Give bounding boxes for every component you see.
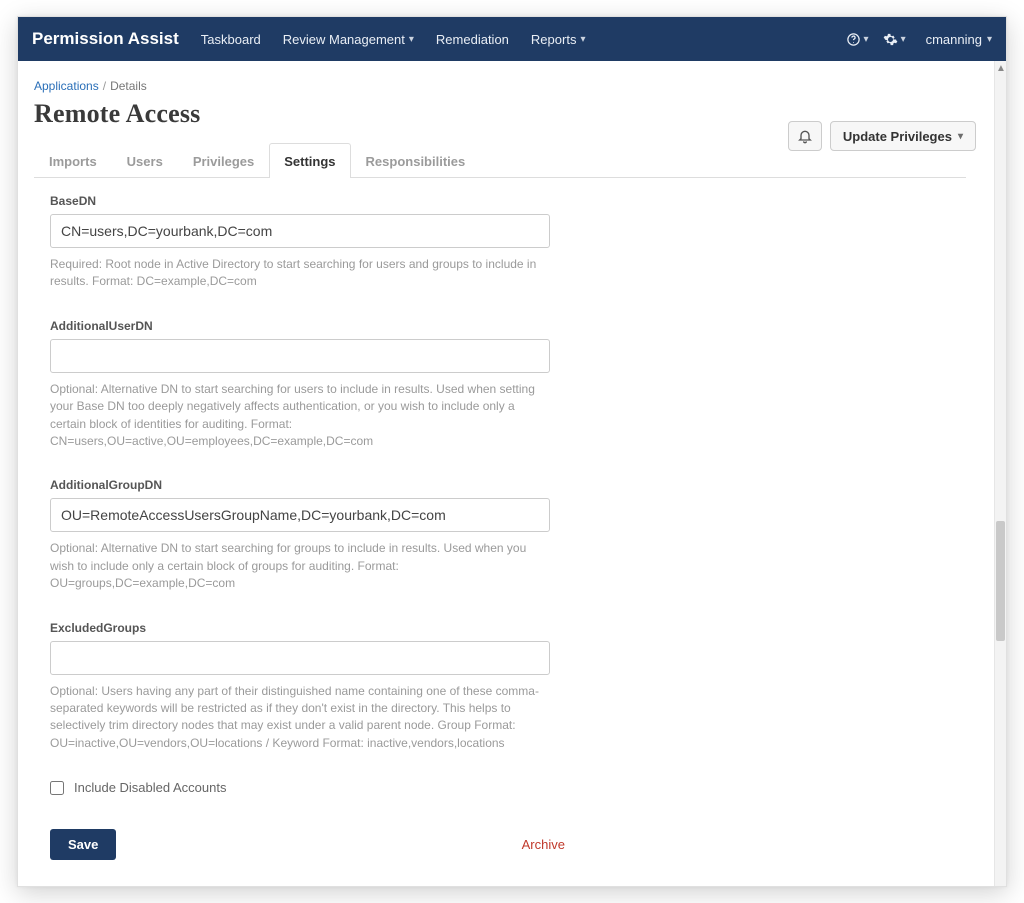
caret-down-icon: ▾ bbox=[958, 131, 963, 142]
update-privileges-button[interactable]: Update Privileges ▾ bbox=[830, 121, 976, 151]
additionaluserdn-label: AdditionalUserDN bbox=[50, 319, 609, 333]
nav-taskboard[interactable]: Taskboard bbox=[201, 32, 261, 47]
tab-responsibilities[interactable]: Responsibilities bbox=[351, 143, 481, 178]
excludedgroups-help: Optional: Users having any part of their… bbox=[50, 683, 540, 753]
scroll-up-icon: ▲ bbox=[995, 61, 1007, 75]
nav-links: Taskboard Review Management ▾ Remediation… bbox=[201, 32, 586, 47]
include-disabled-checkbox[interactable] bbox=[50, 781, 64, 795]
breadcrumb-applications[interactable]: Applications bbox=[34, 79, 99, 93]
additionaluserdn-input[interactable] bbox=[50, 339, 550, 373]
nav-remediation[interactable]: Remediation bbox=[436, 32, 509, 47]
nav-item-label: Reports bbox=[531, 32, 577, 47]
save-button[interactable]: Save bbox=[50, 829, 116, 860]
tab-privileges[interactable]: Privileges bbox=[178, 143, 269, 178]
breadcrumb-details: Details bbox=[110, 79, 147, 93]
excludedgroups-group: ExcludedGroups Optional: Users having an… bbox=[50, 621, 609, 753]
additionalgroupdn-input[interactable] bbox=[50, 498, 550, 532]
caret-down-icon: ▾ bbox=[864, 34, 869, 45]
brand-title: Permission Assist bbox=[32, 29, 179, 49]
nav-right: ▾ ▾ cmanning ▾ bbox=[846, 32, 992, 47]
additionalgroupdn-help: Optional: Alternative DN to start search… bbox=[50, 540, 540, 592]
caret-down-icon: ▾ bbox=[580, 34, 585, 45]
archive-link[interactable]: Archive bbox=[522, 837, 565, 852]
update-privileges-label: Update Privileges bbox=[843, 129, 952, 144]
nav-item-label: Review Management bbox=[283, 32, 405, 47]
tab-users[interactable]: Users bbox=[112, 143, 178, 178]
nav-reports[interactable]: Reports▾ bbox=[531, 32, 586, 47]
help-menu[interactable]: ▾ bbox=[846, 32, 869, 47]
breadcrumb: Applications / Details bbox=[34, 79, 966, 93]
tab-imports[interactable]: Imports bbox=[34, 143, 112, 178]
user-menu[interactable]: cmanning ▾ bbox=[926, 32, 992, 47]
top-navbar: Permission Assist Taskboard Review Manag… bbox=[18, 17, 1006, 61]
excludedgroups-input[interactable] bbox=[50, 641, 550, 675]
settings-menu[interactable]: ▾ bbox=[883, 32, 906, 47]
caret-down-icon: ▾ bbox=[987, 34, 992, 45]
excludedgroups-label: ExcludedGroups bbox=[50, 621, 609, 635]
caret-down-icon: ▾ bbox=[901, 34, 906, 45]
additionaluserdn-group: AdditionalUserDN Optional: Alternative D… bbox=[50, 319, 609, 451]
notifications-button[interactable] bbox=[788, 121, 822, 151]
help-icon bbox=[846, 32, 861, 47]
settings-form: BaseDN Required: Root node in Active Dir… bbox=[34, 178, 609, 880]
user-name: cmanning bbox=[926, 32, 982, 47]
bell-icon bbox=[797, 128, 813, 144]
nav-item-label: Remediation bbox=[436, 32, 509, 47]
basedn-input[interactable] bbox=[50, 214, 550, 248]
page-actions: Update Privileges ▾ bbox=[788, 121, 976, 151]
basedn-label: BaseDN bbox=[50, 194, 609, 208]
breadcrumb-separator: / bbox=[103, 79, 106, 93]
vertical-scrollbar[interactable]: ▲ bbox=[994, 61, 1006, 886]
scroll-thumb[interactable] bbox=[996, 521, 1005, 641]
tab-settings[interactable]: Settings bbox=[269, 143, 350, 178]
include-disabled-row: Include Disabled Accounts bbox=[50, 780, 609, 795]
form-footer: Save Archive bbox=[50, 829, 565, 860]
caret-down-icon: ▾ bbox=[409, 34, 414, 45]
include-disabled-label: Include Disabled Accounts bbox=[74, 780, 226, 795]
additionalgroupdn-group: AdditionalGroupDN Optional: Alternative … bbox=[50, 478, 609, 592]
additionaluserdn-help: Optional: Alternative DN to start search… bbox=[50, 381, 540, 451]
additionalgroupdn-label: AdditionalGroupDN bbox=[50, 478, 609, 492]
gear-icon bbox=[883, 32, 898, 47]
nav-item-label: Taskboard bbox=[201, 32, 261, 47]
basedn-group: BaseDN Required: Root node in Active Dir… bbox=[50, 194, 609, 291]
nav-review-management[interactable]: Review Management ▾ bbox=[283, 32, 414, 47]
basedn-help: Required: Root node in Active Directory … bbox=[50, 256, 540, 291]
